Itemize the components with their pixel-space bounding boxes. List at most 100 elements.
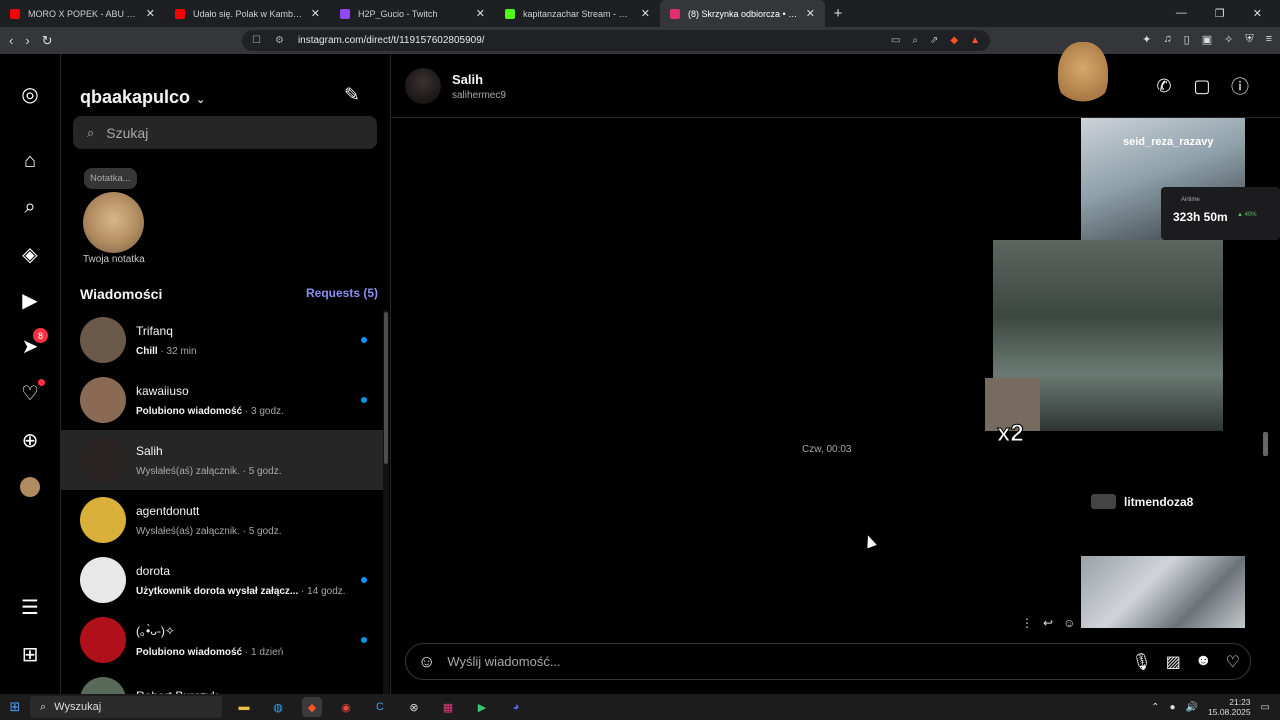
new-message-icon[interactable]: ✎ [344,84,366,106]
note-avatar[interactable] [83,192,144,253]
reels-icon[interactable]: ▶ [18,288,42,312]
reply-icon[interactable]: ↩ [1043,616,1053,630]
conversation-scrollbar[interactable] [383,310,389,694]
close-icon[interactable]: ✕ [641,7,650,20]
taskbar-search[interactable]: ⌕ Wyszukaj [30,696,222,718]
clock[interactable]: 21:23 15.08.2025 [1208,697,1251,717]
like-heart-icon[interactable]: ♡ [1226,652,1240,672]
threads-apps-icon[interactable]: ⊞ [18,642,42,666]
requests-link[interactable]: Requests (5) [306,286,378,300]
vpn-icon[interactable]: ⛨ [1245,33,1253,46]
conversation-item[interactable]: kawaiiuso Polubiono wiadomość · 3 godz. [61,370,383,430]
media-icon[interactable]: ♫ [1163,33,1171,46]
chat-avatar[interactable] [405,68,441,104]
phone-call-icon[interactable]: ✆ [1152,74,1176,98]
conversation-item[interactable]: Salih Wysłałeś(aś) załącznik. · 5 godz. [61,430,383,490]
url-text[interactable]: instagram.com/direct/t/119157602805909/ [298,35,485,46]
address-bar[interactable]: ☐ ⚙ instagram.com/direct/t/1191576028059… [242,30,990,51]
create-plus-icon[interactable]: ⊕ [18,428,42,452]
browser-tab[interactable]: MORO X POPEK - ABU DHABI ( COVER ✕ [0,0,165,27]
airtime-label: Airtime [1181,197,1200,203]
note-bubble[interactable]: Notatka... [84,168,137,189]
notifications-icon[interactable]: ▭ [1261,702,1270,713]
shared-post-image[interactable] [1081,556,1245,628]
bookmark-icon[interactable]: ☐ [252,35,261,46]
reload-icon[interactable]: ↻ [42,33,53,49]
tray-chevron-icon[interactable]: ⌃ [1151,702,1159,713]
browser-tab[interactable]: (8) Skrzynka odbiorcza • Direct ✕ [660,0,825,27]
maximize-icon[interactable]: ❐ [1215,7,1225,20]
back-icon[interactable]: ‹ [9,33,13,49]
discord-icon[interactable]: ◕ [506,697,526,717]
info-icon[interactable]: ⓘ [1228,74,1252,98]
conversation-item[interactable]: Robert Burczyk [61,670,383,694]
more-menu-icon[interactable]: ☰ [18,595,42,619]
react-emoji-icon[interactable]: ☺ [1063,616,1075,630]
zoom-icon[interactable]: ⌕ [912,35,918,46]
cast-icon[interactable]: ▭ [891,35,900,46]
close-icon[interactable]: ✕ [311,7,320,20]
conversation-item[interactable]: (｡•̀ᴗ-)✧ Polubiono wiadomość · 1 dzień [61,610,383,670]
brave-shields-icon[interactable]: ◆ [950,35,958,46]
video-call-icon[interactable]: ▢ [1190,74,1214,98]
message-input[interactable] [447,654,1048,669]
forward-icon[interactable]: › [25,33,29,49]
volume-icon[interactable]: 🔊 [1186,702,1198,713]
close-icon[interactable]: ✕ [806,7,815,20]
new-tab-icon[interactable]: + [825,5,851,22]
messages-icon[interactable]: ➤ 8 [18,328,48,358]
sender-name[interactable]: litmendoza8 [1124,495,1193,509]
play-store-icon[interactable]: ▶ [472,697,492,717]
profile-avatar[interactable] [18,475,42,499]
emoji-icon[interactable]: ☺ [418,652,435,672]
brave-rewards-icon[interactable]: ▲ [970,35,980,46]
extensions-icon[interactable]: ✦ [1142,33,1151,46]
more-options-icon[interactable]: ⋮ [1021,616,1033,630]
chrome-icon[interactable]: ◉ [336,697,356,717]
xbox-icon[interactable]: ⊗ [404,697,424,717]
minimize-icon[interactable]: — [1176,7,1187,20]
unread-dot [361,337,367,343]
chevron-down-icon[interactable]: ⌄ [196,94,205,106]
shared-post-sender[interactable]: litmendoza8 [1091,494,1193,509]
chat-scrollbar[interactable] [1259,54,1271,628]
conversation-item[interactable]: Trifanq Chill · 32 min [61,310,383,370]
close-icon[interactable]: ✕ [146,7,155,20]
notifications-heart-icon[interactable]: ♡ [18,379,45,405]
brave-browser-icon[interactable]: ◆ [302,697,322,717]
browser-tab[interactable]: kapitanzachar Stream - Watch Live on ✕ [495,0,660,27]
edge-icon[interactable]: ◍ [268,697,288,717]
tab-title: MORO X POPEK - ABU DHABI ( COVER [28,8,138,19]
search-box[interactable]: ⌕ [73,116,377,149]
close-icon[interactable]: ✕ [476,7,485,20]
airtime-percent: ▲ 40% [1237,212,1257,218]
account-switcher[interactable]: qbaakapulco ⌄ [80,87,205,108]
windows-start-icon[interactable]: ⊞ [0,699,30,715]
sidebar-toggle-icon[interactable]: ▯ [1184,33,1190,46]
chat-name[interactable]: Salih [452,72,483,87]
close-window-icon[interactable]: ✕ [1253,7,1262,20]
explore-icon[interactable]: ◈ [18,242,42,266]
share-icon[interactable]: ⇗ [930,35,938,46]
ccleaner-icon[interactable]: C [370,697,390,717]
app-icon[interactable]: ▦ [438,697,458,717]
microphone-icon[interactable]: 🎙 [1131,652,1151,672]
sticker-icon[interactable]: ☻ [1195,652,1212,672]
account-username[interactable]: qbaakapulco [80,87,190,107]
home-icon[interactable]: ⌂ [18,149,42,173]
site-settings-icon[interactable]: ⚙ [275,35,284,46]
browser-tab[interactable]: H2P_Gucio - Twitch ✕ [330,0,495,27]
menu-icon[interactable]: ≡ [1266,33,1272,46]
instagram-logo-icon[interactable]: ◎ [18,82,42,106]
search-icon[interactable]: ⌕ [18,195,42,219]
leo-icon[interactable]: ✧ [1224,33,1233,46]
wallet-icon[interactable]: ▣ [1202,33,1212,46]
image-upload-icon[interactable]: ▨ [1166,652,1181,672]
browser-tab[interactable]: Udało się. Polak w Kambodży - YouTube ✕ [165,0,330,27]
message-composer[interactable]: ☺ 🎙 ▨ ☻ ♡ [405,643,1251,680]
conversation-item[interactable]: agentdonutt Wysłałeś(aś) załącznik. · 5 g… [61,490,383,550]
search-input[interactable] [106,124,347,141]
conversation-item[interactable]: dorota Użytkownik dorota wysłał załącz...… [61,550,383,610]
microphone-tray-icon[interactable]: ● [1170,702,1176,713]
file-explorer-icon[interactable]: ▬ [234,697,254,717]
